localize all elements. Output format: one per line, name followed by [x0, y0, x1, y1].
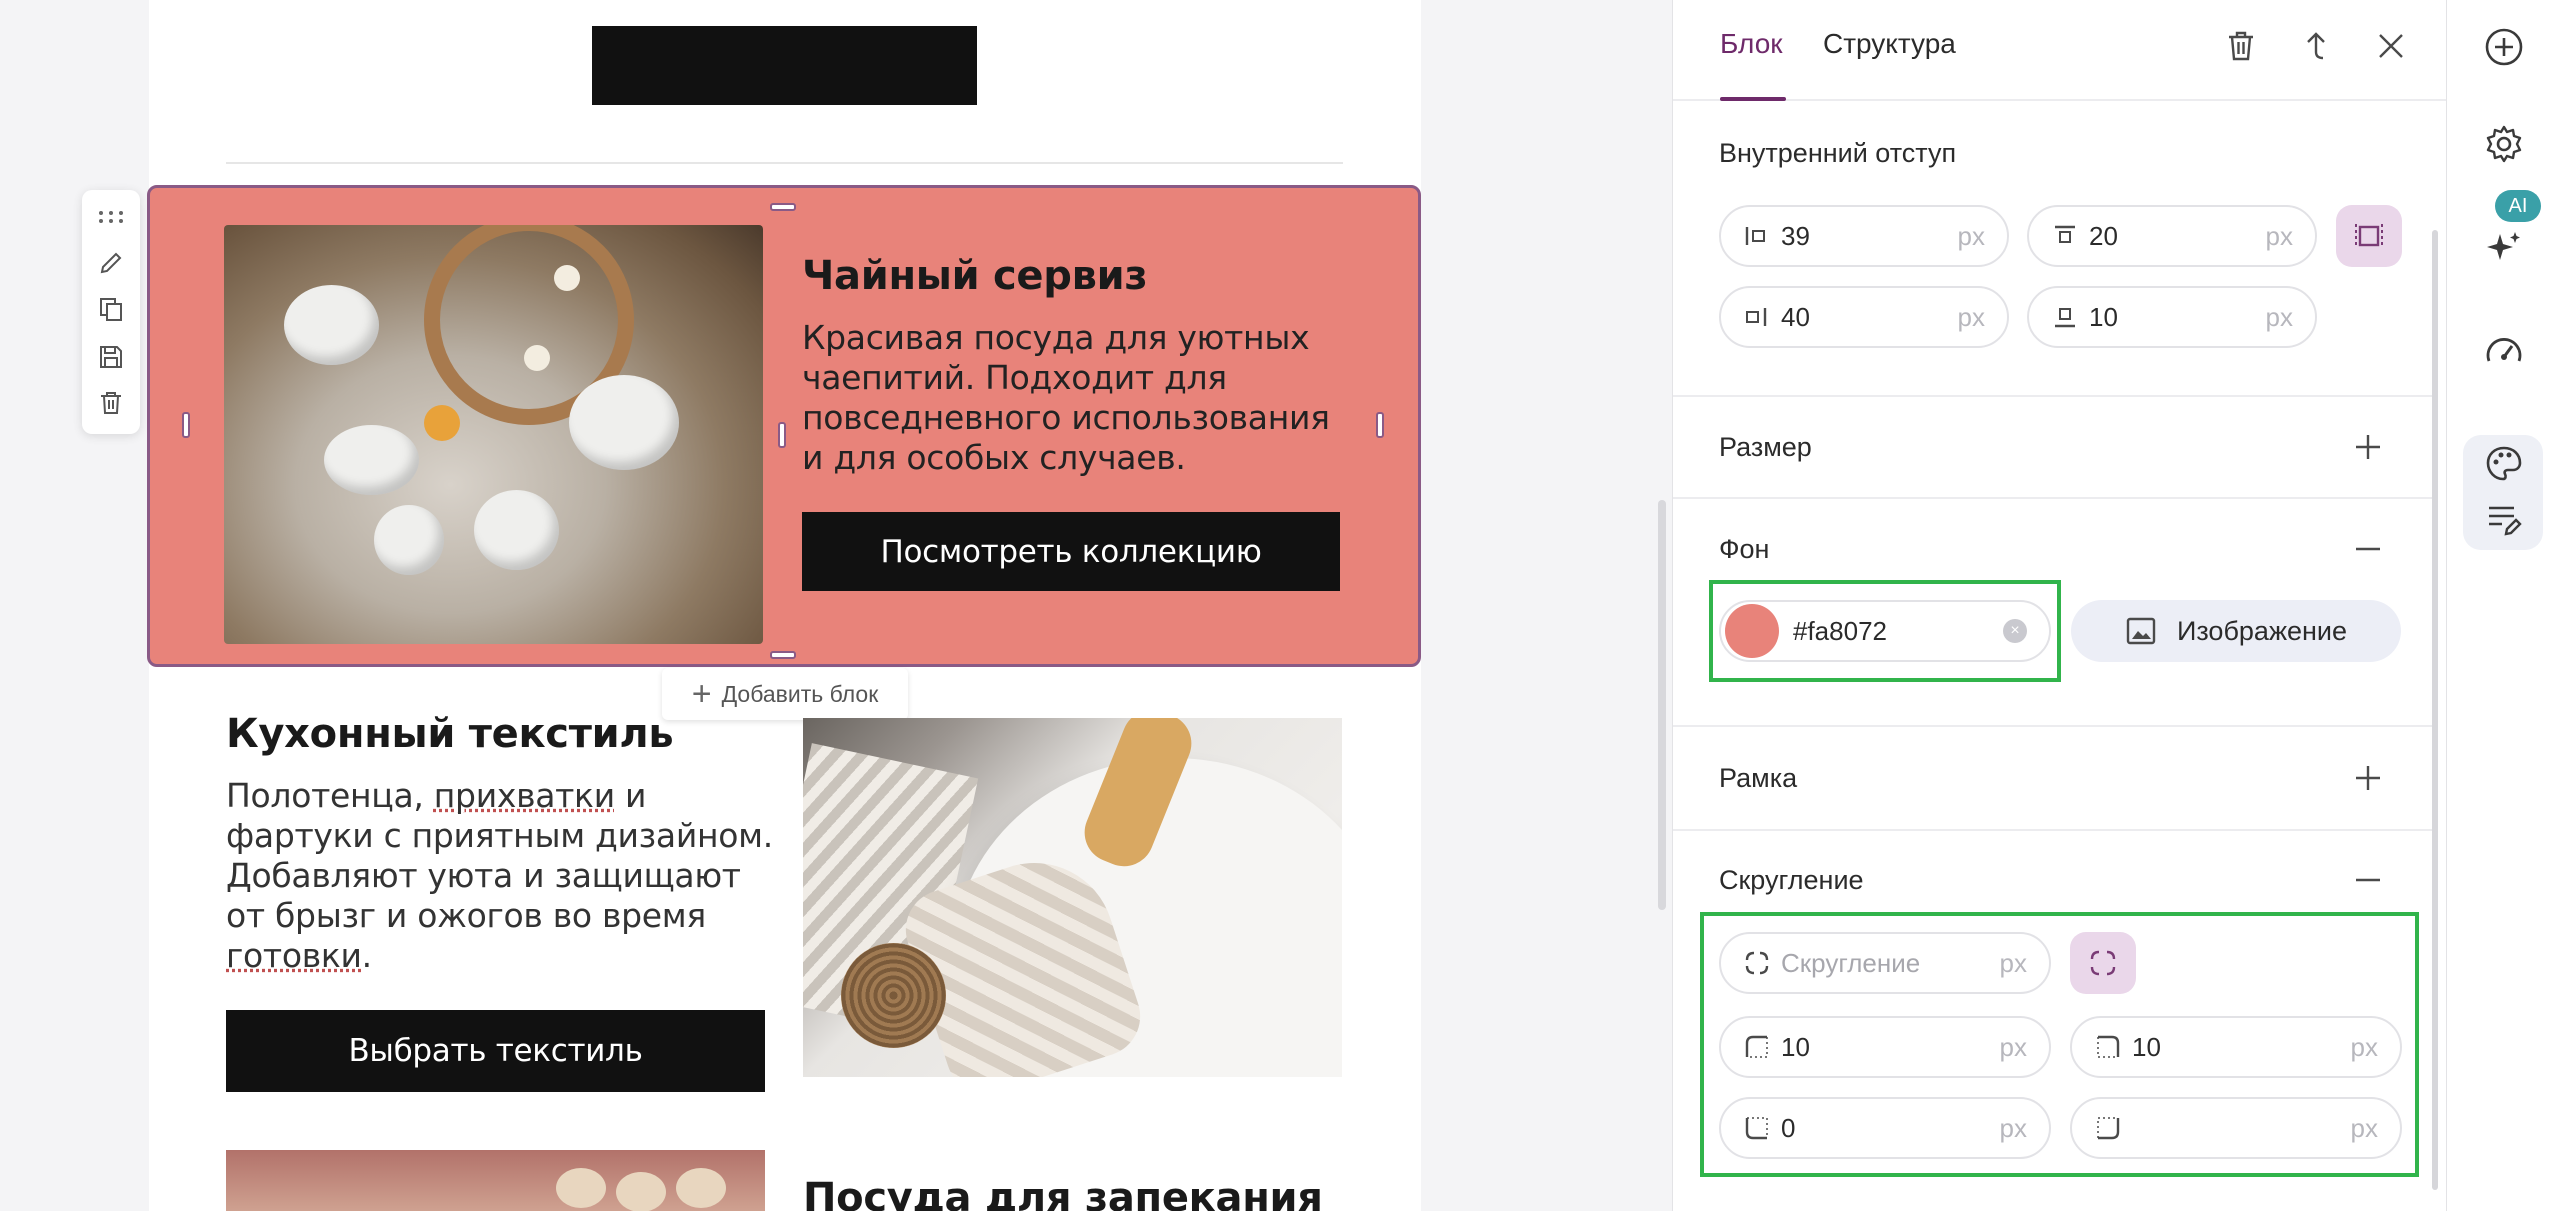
padding-section-title: Внутренний отступ [1719, 138, 1957, 168]
highlight-background-color [1709, 580, 2061, 682]
padding-link-button[interactable] [2336, 205, 2402, 267]
border-section-title: Рамка [1719, 763, 1798, 793]
block-toolbar [82, 190, 140, 434]
block2-text[interactable]: Полотенца, прихватки и фартуки с приятны… [226, 776, 786, 976]
canvas-scrollbar[interactable] [1658, 500, 1666, 910]
add-plus-circle-icon[interactable] [2482, 25, 2526, 69]
padding-top-field[interactable]: 20 px [2027, 205, 2317, 267]
divider [1673, 829, 2433, 831]
palette-icon[interactable] [2482, 442, 2526, 486]
padding-right-unit: px [1957, 301, 1985, 332]
padding-top-unit: px [2265, 220, 2293, 251]
collapse-radius-minus-icon[interactable] [2353, 865, 2383, 895]
padding-left-icon [1745, 227, 1765, 245]
padding-left-unit: px [1957, 220, 1985, 251]
resize-handle-right[interactable] [1376, 412, 1384, 438]
padding-bottom-icon [2055, 308, 2075, 328]
close-icon[interactable] [2373, 28, 2409, 64]
block3-title[interactable]: Посуда для запекания [803, 1175, 1323, 1211]
divider [1673, 725, 2433, 727]
divider [1673, 395, 2433, 397]
save-icon[interactable] [96, 342, 126, 372]
background-section-title: Фон [1719, 534, 1770, 564]
resize-handle-bottom[interactable] [770, 651, 796, 659]
block2-title[interactable]: Кухонный текстиль [226, 711, 674, 757]
view-collection-button[interactable]: Посмотреть коллекцию [802, 512, 1340, 591]
padding-bottom-value[interactable]: 10 [2089, 302, 2266, 333]
padding-top-icon [2055, 225, 2075, 243]
padding-right-icon [1746, 308, 1767, 326]
panel-scrollbar[interactable] [2432, 230, 2438, 1190]
image-icon [2126, 617, 2156, 645]
block1-text[interactable]: Красивая посуда для уютных чаепитий. Под… [802, 318, 1342, 478]
email-canvas: Чайный сервиз Красивая посуда для уютных… [0, 0, 1666, 1211]
divider [1673, 497, 2433, 499]
add-block-label: Добавить блок [721, 680, 879, 707]
highlight-radius-settings [1700, 912, 2419, 1177]
expand-size-plus-icon[interactable] [2353, 432, 2383, 462]
settings-panel: Блок Структура Внутренний отступ 39 px 2… [1672, 0, 2447, 1211]
panel-tabs: Блок Структура [1673, 0, 2447, 101]
textile-image[interactable] [803, 718, 1342, 1077]
text-edit-icon[interactable] [2482, 498, 2526, 542]
padding-top-value[interactable]: 20 [2089, 221, 2266, 252]
expand-border-plus-icon[interactable] [2353, 763, 2383, 793]
drag-handle-icon[interactable] [96, 202, 126, 232]
plus-icon: + [691, 675, 712, 713]
speedometer-icon[interactable] [2482, 330, 2526, 374]
padding-bottom-unit: px [2265, 301, 2293, 332]
padding-left-field[interactable]: 39 px [1719, 205, 2009, 267]
size-section-title: Размер [1719, 432, 1812, 462]
background-image-button[interactable]: Изображение [2071, 600, 2401, 662]
resize-handle-top[interactable] [770, 203, 796, 211]
divider [226, 162, 1343, 164]
tab-structure[interactable]: Структура [1823, 28, 1956, 60]
add-block-button[interactable]: + Добавить блок [662, 668, 908, 720]
edit-icon[interactable] [96, 248, 126, 278]
tab-block[interactable]: Блок [1720, 28, 1783, 60]
choose-textile-button[interactable]: Выбрать текстиль [226, 1010, 765, 1092]
padding-left-value[interactable]: 39 [1781, 221, 1958, 252]
background-image-label: Изображение [2176, 615, 2348, 646]
baking-image[interactable] [226, 1150, 765, 1211]
trash-icon[interactable] [2223, 28, 2259, 64]
padding-link-icon [2355, 224, 2383, 248]
padding-right-field[interactable]: 40 px [1719, 286, 2009, 348]
block1-title[interactable]: Чайный сервиз [802, 253, 1148, 299]
resize-handle-left[interactable] [182, 412, 190, 438]
tea-set-image[interactable] [224, 225, 763, 644]
sparkles-ai-icon[interactable] [2482, 226, 2526, 270]
select-parent-icon[interactable] [2298, 28, 2334, 64]
copy-icon[interactable] [96, 294, 126, 324]
resize-handle-middle[interactable] [778, 422, 786, 448]
padding-bottom-field[interactable]: 10 px [2027, 286, 2317, 348]
ai-badge: AI [2495, 190, 2541, 222]
gear-icon[interactable] [2482, 122, 2526, 166]
right-icon-rail [2446, 0, 2560, 1211]
collapse-background-minus-icon[interactable] [2353, 534, 2383, 564]
padding-right-value[interactable]: 40 [1781, 302, 1958, 333]
delete-icon[interactable] [96, 388, 126, 418]
active-tab-indicator [1720, 97, 1786, 101]
radius-section-title: Скругление [1719, 865, 1864, 895]
logo-placeholder[interactable] [592, 26, 977, 105]
app-root: Чайный сервиз Красивая посуда для уютных… [0, 0, 2560, 1211]
